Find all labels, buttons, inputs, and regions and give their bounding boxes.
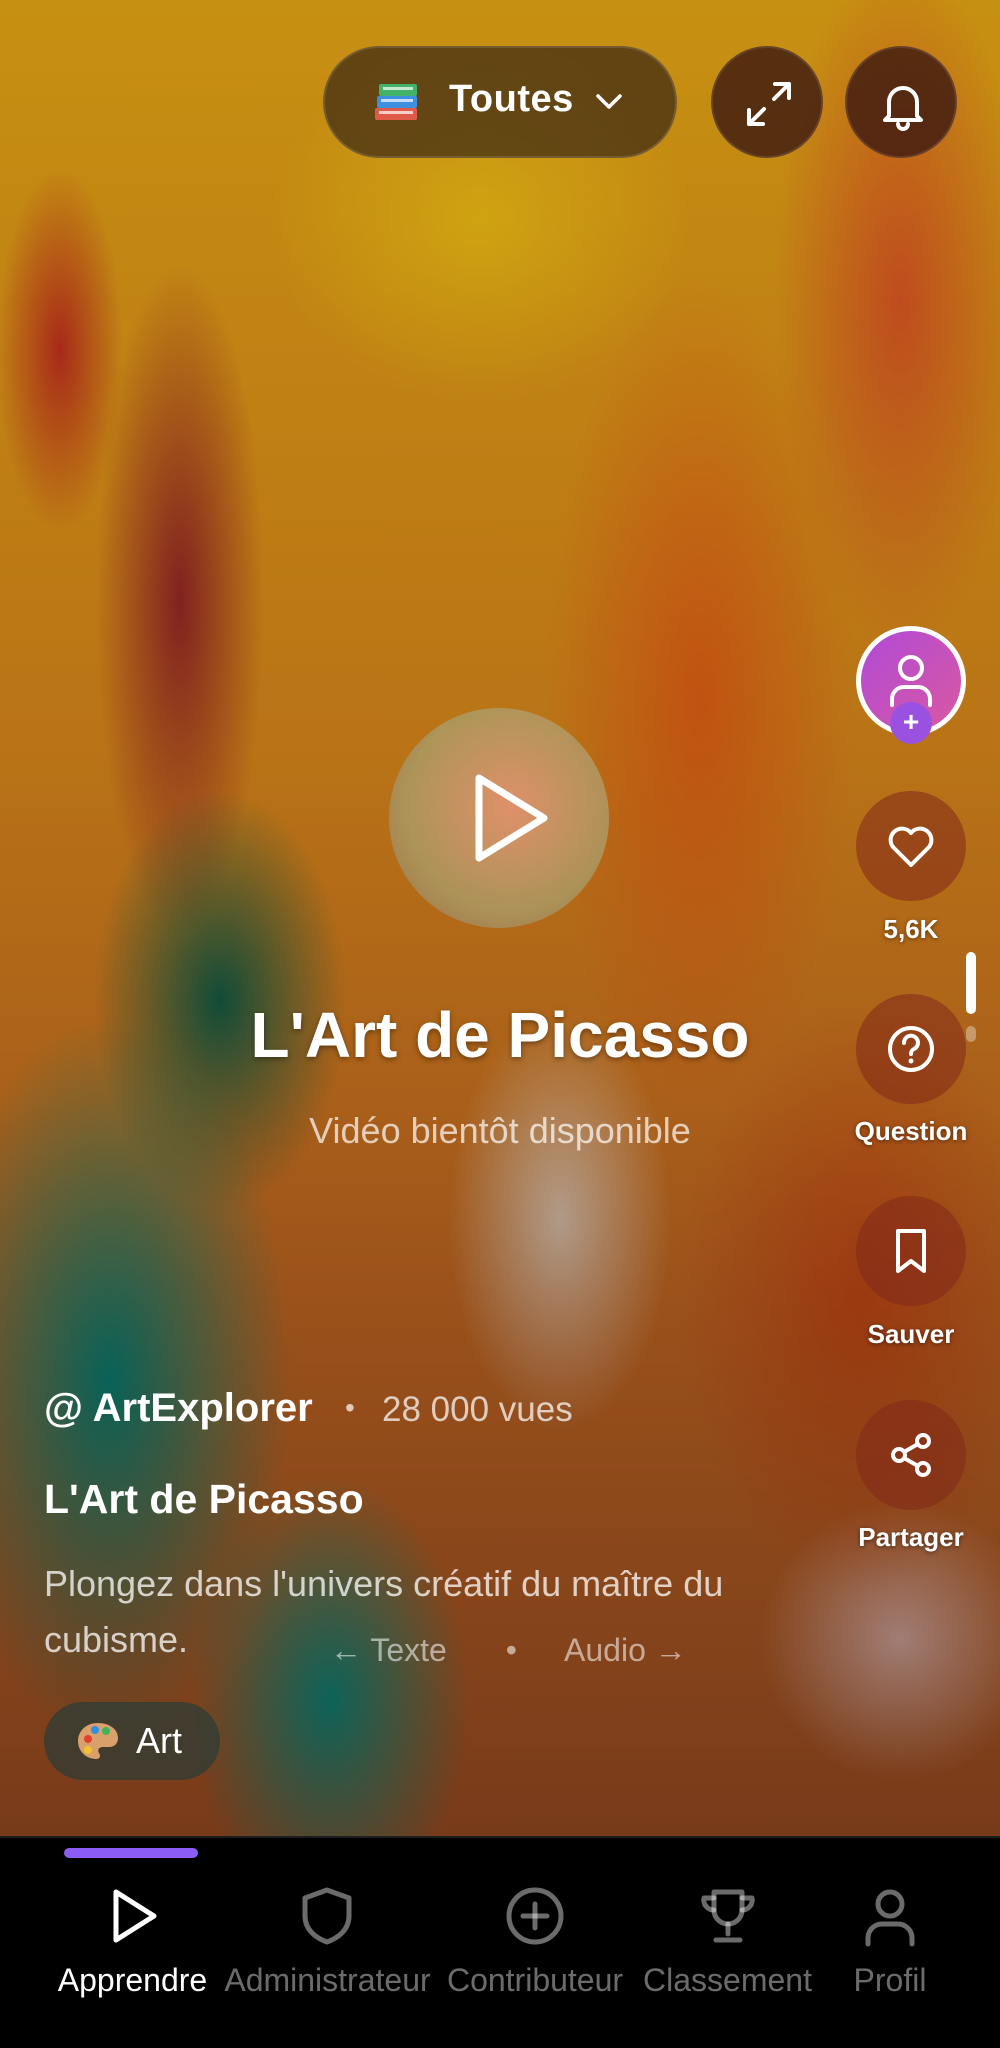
play-icon [113, 1889, 157, 1943]
save-button[interactable] [856, 1196, 966, 1306]
trophy-icon [701, 1889, 755, 1943]
bookmark-icon [896, 1229, 926, 1273]
mode-separator: • [505, 1632, 517, 1668]
chevron-down-icon [596, 94, 622, 109]
share-label: Partager [858, 1522, 964, 1552]
mode-text-option[interactable]: ← Texte [330, 1632, 447, 1668]
question-icon [888, 1026, 934, 1072]
user-icon [890, 655, 932, 707]
nav-label-apprendre: Apprendre [57, 1962, 208, 1998]
category-tag[interactable]: Art [44, 1702, 220, 1780]
save-label: Sauver [867, 1319, 955, 1349]
separator-dot: • [345, 1392, 355, 1423]
fullscreen-button[interactable] [711, 46, 823, 158]
author-handle[interactable]: @ ArtExplorer [44, 1386, 313, 1431]
view-count: 28 000 vues [382, 1390, 573, 1429]
feed-screen: Toutes L'Art de Picasso Vidéo bientôt di… [0, 0, 1000, 2048]
category-label: Toutes [449, 78, 574, 120]
follow-button[interactable]: + [890, 702, 932, 744]
nav-label-profil: Profil [853, 1962, 927, 1998]
nav-label-classement: Classement [643, 1962, 812, 1998]
question-button[interactable] [856, 994, 966, 1104]
feed-scroll-indicator [966, 952, 976, 1014]
feed-scroll-indicator-next [966, 1026, 976, 1042]
question-label: Question [854, 1116, 968, 1146]
nav-item-profil[interactable]: Profil [825, 1838, 955, 2048]
plus-circle-icon [506, 1887, 564, 1945]
palette-icon [78, 1723, 118, 1759]
user-icon [865, 1889, 915, 1947]
books-icon [375, 84, 417, 120]
share-button[interactable] [856, 1400, 966, 1510]
notifications-button[interactable] [845, 46, 957, 158]
nav-item-apprendre[interactable]: Apprendre [30, 1838, 235, 2048]
bell-icon [883, 86, 923, 131]
play-icon [475, 774, 548, 862]
nav-item-administrateur[interactable]: Administrateur [215, 1838, 440, 2048]
category-selector[interactable]: Toutes [323, 46, 677, 158]
shield-icon [302, 1887, 352, 1945]
play-button[interactable] [389, 708, 609, 928]
expand-icon [747, 82, 791, 126]
heart-icon [888, 826, 934, 867]
tag-label: Art [136, 1720, 183, 1761]
video-placeholder-title: L'Art de Picasso [250, 999, 750, 1071]
video-title: L'Art de Picasso [44, 1476, 364, 1522]
share-icon [891, 1433, 931, 1477]
nav-item-classement[interactable]: Classement [630, 1838, 825, 2048]
mode-switch[interactable]: ← Texte • Audio → [330, 1632, 701, 1669]
bottom-navigation: Apprendre Administrateur Contributeur Cl… [0, 1836, 1000, 2048]
like-button[interactable] [856, 791, 966, 901]
nav-label-contributeur: Contributeur [446, 1962, 624, 1998]
nav-label-administrateur: Administrateur [224, 1962, 431, 1998]
like-count: 5,6K [883, 914, 939, 944]
nav-item-contributeur[interactable]: Contributeur [440, 1838, 630, 2048]
mode-audio-option[interactable]: Audio → [564, 1632, 687, 1668]
